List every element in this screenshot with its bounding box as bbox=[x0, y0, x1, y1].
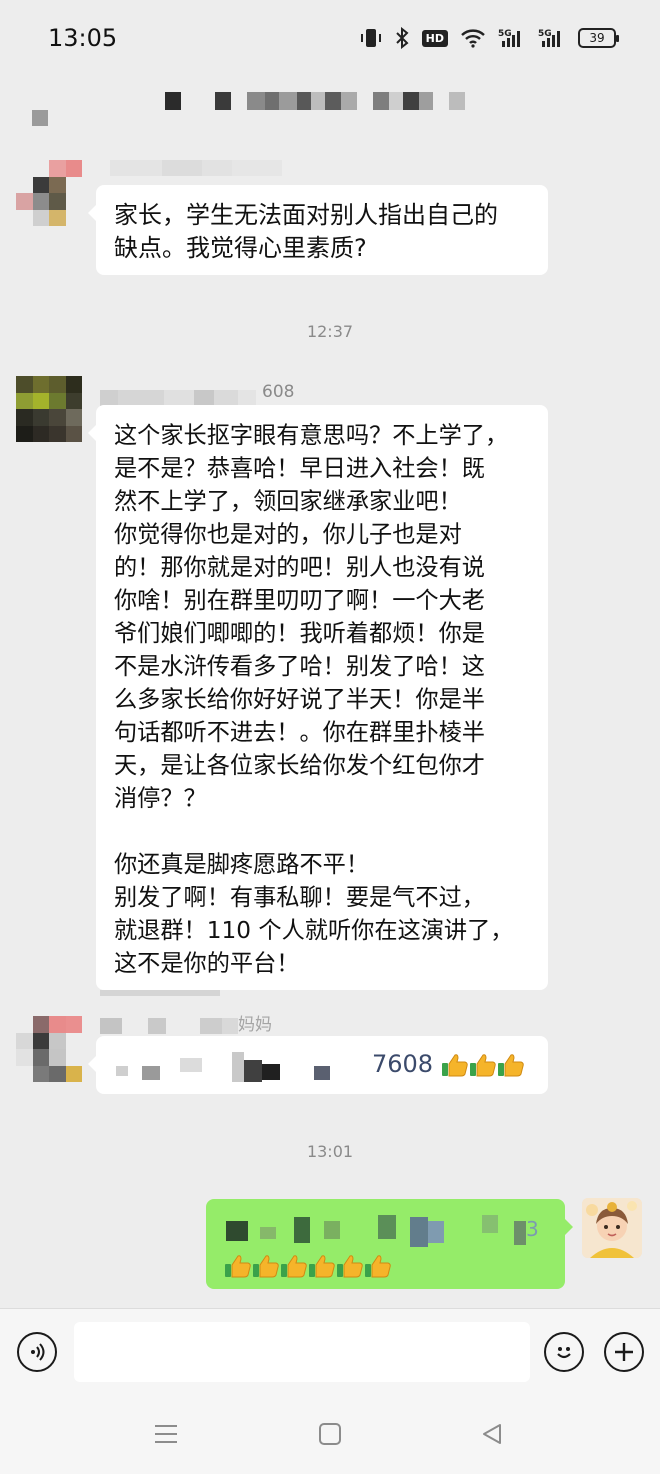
vibrate-icon bbox=[360, 27, 382, 49]
avatar[interactable] bbox=[16, 1016, 82, 1082]
self-avatar[interactable] bbox=[582, 1198, 642, 1258]
message-text: 7608 bbox=[372, 1048, 525, 1081]
status-icons: HD 5G 5G 39 bbox=[360, 24, 619, 52]
mosaic-text bbox=[220, 1211, 540, 1247]
bluetooth-icon bbox=[394, 27, 410, 49]
time-separator: 13:01 bbox=[306, 1142, 354, 1161]
signal-5g-icon: 5G bbox=[498, 27, 526, 49]
time-separator: 12:37 bbox=[306, 322, 354, 341]
avatar[interactable] bbox=[16, 160, 82, 226]
wifi-icon bbox=[460, 28, 486, 48]
signal-5g-icon: 5G bbox=[538, 27, 566, 49]
message-input[interactable] bbox=[74, 1322, 530, 1382]
chat-title-mosaic bbox=[165, 92, 465, 110]
hd-icon: HD bbox=[421, 29, 448, 47]
status-time: 13:05 bbox=[48, 24, 118, 52]
blur-artifact bbox=[100, 990, 220, 996]
sender-name-suffix: 妈妈 bbox=[238, 1015, 272, 1035]
voice-icon[interactable] bbox=[17, 1332, 57, 1372]
back-button[interactable] bbox=[32, 110, 48, 126]
system-nav-bar bbox=[0, 1394, 660, 1474]
avatar[interactable] bbox=[16, 376, 82, 442]
plus-icon[interactable] bbox=[604, 1332, 644, 1372]
svg-text:5G: 5G bbox=[538, 29, 552, 39]
sender-name-suffix: 608 bbox=[262, 382, 295, 402]
message-bubble[interactable]: 7608 bbox=[88, 1036, 548, 1094]
battery-icon: 39 bbox=[578, 28, 619, 48]
thumbs-up-icon bbox=[336, 1253, 364, 1279]
message-text: 这个家长抠字眼有意思吗？不上学了， 是不是？恭喜哈！早日进入社会！既 然不上学了… bbox=[114, 422, 514, 977]
thumbs-up-icon bbox=[364, 1253, 392, 1279]
menu-icon[interactable] bbox=[146, 1414, 186, 1454]
thumbs-up-icon bbox=[469, 1052, 497, 1078]
thumbs-up-icon bbox=[252, 1253, 280, 1279]
message-bubble[interactable]: 这个家长抠字眼有意思吗？不上学了， 是不是？恭喜哈！早日进入社会！既 然不上学了… bbox=[88, 405, 548, 990]
battery-level: 39 bbox=[589, 31, 605, 45]
mosaic-text bbox=[114, 1052, 344, 1082]
message-text-suffix: 3 bbox=[526, 1217, 539, 1241]
sender-name-mosaic bbox=[100, 390, 270, 406]
svg-text:5G: 5G bbox=[498, 29, 512, 39]
message-bubble-self[interactable]: 3 bbox=[206, 1199, 573, 1289]
back-icon[interactable] bbox=[472, 1414, 512, 1454]
emoji-icon[interactable] bbox=[544, 1332, 584, 1372]
input-bar bbox=[0, 1308, 660, 1395]
thumbs-up-icon bbox=[224, 1253, 252, 1279]
sender-name-mosaic bbox=[110, 160, 282, 176]
thumbs-up-icon bbox=[497, 1052, 525, 1078]
message-text: 家长，学生无法面对别人指出自己的 缺点。我觉得心里素质? bbox=[114, 201, 498, 262]
thumbs-up-icon bbox=[280, 1253, 308, 1279]
thumbs-row bbox=[224, 1249, 392, 1282]
message-bubble[interactable]: 家长，学生无法面对别人指出自己的 缺点。我觉得心里素质? bbox=[88, 185, 548, 275]
thumbs-up-icon bbox=[441, 1052, 469, 1078]
home-icon[interactable] bbox=[310, 1414, 350, 1454]
sender-name-mosaic bbox=[100, 1018, 238, 1034]
status-bar: 13:05 HD 5G 5G 39 bbox=[0, 0, 660, 76]
thumbs-up-icon bbox=[308, 1253, 336, 1279]
